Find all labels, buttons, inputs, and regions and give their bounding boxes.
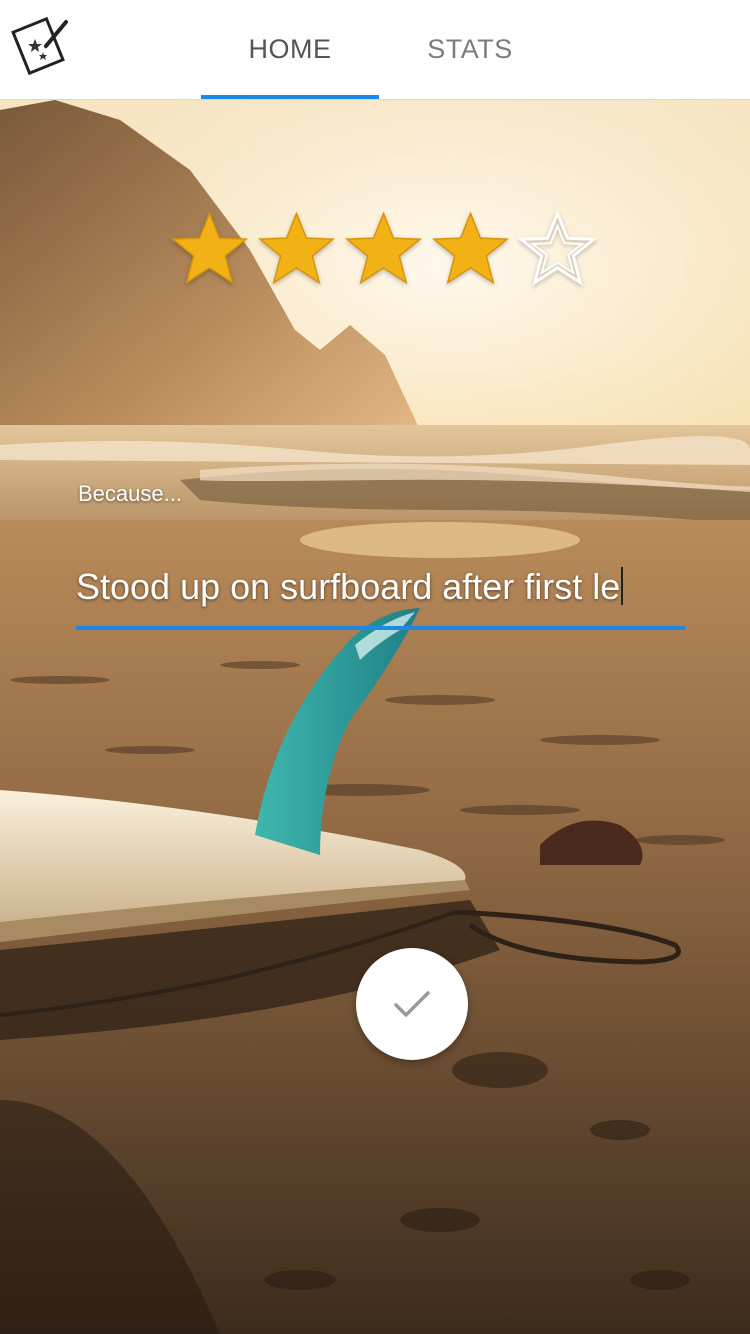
star-1-filled-icon[interactable]	[170, 210, 249, 286]
top-nav: HOME STATS	[0, 0, 750, 100]
star-3-filled-icon[interactable]	[344, 210, 423, 286]
star-2-filled-icon[interactable]	[257, 210, 336, 286]
star-4-filled-icon[interactable]	[431, 210, 510, 286]
star-5-empty-icon[interactable]	[518, 210, 597, 286]
app-logo-icon[interactable]	[8, 12, 72, 76]
tab-home[interactable]: HOME	[201, 0, 379, 99]
tab-stats[interactable]: STATS	[381, 0, 559, 99]
reason-label: Because...	[78, 481, 182, 506]
reason-input-value: Stood up on surfboard after first le	[76, 566, 621, 607]
text-caret	[621, 567, 624, 605]
reason-input-underline	[76, 626, 685, 630]
app-root: HOME STATS Because... Stood up on surfbo…	[0, 0, 750, 1334]
reason-input[interactable]: Stood up on surfboard after first le	[76, 566, 684, 624]
star-rating	[170, 210, 600, 290]
tab-selected-indicator	[201, 95, 379, 99]
checkmark-icon	[394, 991, 430, 1017]
submit-button[interactable]	[356, 948, 468, 1060]
